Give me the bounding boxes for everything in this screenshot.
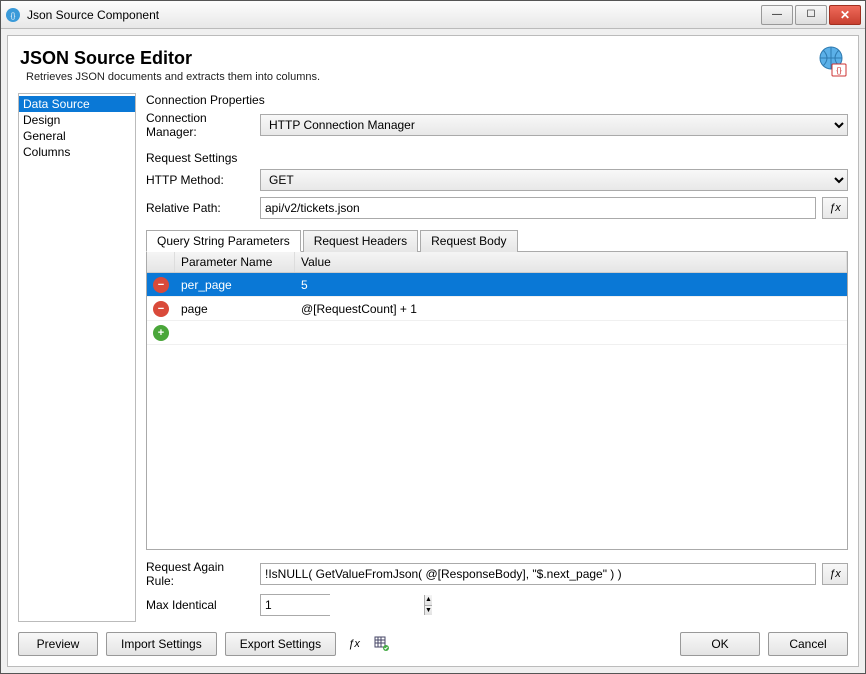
remove-row-icon[interactable]: − (153, 277, 169, 293)
globe-json-icon: {} (814, 44, 848, 78)
import-settings-button[interactable]: Import Settings (106, 632, 217, 656)
page-subtitle: Retrieves JSON documents and extracts th… (26, 71, 814, 83)
grid-header: Parameter Name Value (147, 252, 847, 273)
param-name-cell[interactable]: page (175, 300, 295, 318)
relative-path-fx-button[interactable]: ƒx (822, 197, 848, 219)
content-panel: Connection Properties Connection Manager… (146, 93, 848, 622)
grid-options-icon[interactable] (372, 634, 392, 654)
page-title: JSON Source Editor (20, 48, 814, 69)
export-settings-button[interactable]: Export Settings (225, 632, 336, 656)
spinner-down-icon[interactable]: ▼ (424, 605, 432, 616)
sidebar-item-design[interactable]: Design (19, 112, 135, 128)
cancel-button[interactable]: Cancel (768, 632, 848, 656)
max-identical-spinner[interactable]: ▲ ▼ (260, 594, 330, 616)
param-value-cell[interactable]: @[RequestCount] + 1 (295, 300, 847, 318)
remove-row-icon[interactable]: − (153, 301, 169, 317)
http-method-label: HTTP Method: (146, 173, 254, 187)
minimize-button[interactable]: — (761, 5, 793, 25)
connection-properties-label: Connection Properties (146, 93, 848, 107)
titlebar: {} Json Source Component — ☐ ✕ (1, 1, 865, 29)
param-name-cell[interactable]: per_page (175, 276, 295, 294)
relative-path-input[interactable] (260, 197, 816, 219)
grid-row[interactable]: − per_page 5 (147, 273, 847, 297)
max-identical-label: Max Identical (146, 598, 254, 612)
tab-query-string-parameters[interactable]: Query String Parameters (146, 230, 301, 252)
connection-manager-select[interactable]: HTTP Connection Manager (260, 114, 848, 136)
svg-text:{}: {} (11, 13, 16, 20)
http-method-select[interactable]: GET (260, 169, 848, 191)
request-again-rule-label: Request Again Rule: (146, 560, 254, 588)
add-row-icon[interactable]: + (153, 325, 169, 341)
maximize-button[interactable]: ☐ (795, 5, 827, 25)
request-settings-label: Request Settings (146, 151, 848, 165)
sidebar-item-general[interactable]: General (19, 128, 135, 144)
window-frame: {} Json Source Component — ☐ ✕ JSON Sour… (0, 0, 866, 674)
spinner-up-icon[interactable]: ▲ (424, 595, 432, 605)
ok-button[interactable]: OK (680, 632, 760, 656)
sidebar: Data Source Design General Columns (18, 93, 136, 622)
max-identical-input[interactable] (261, 595, 424, 615)
param-tabs: Query String Parameters Request Headers … (146, 229, 848, 252)
close-button[interactable]: ✕ (829, 5, 861, 25)
sidebar-item-data-source[interactable]: Data Source (19, 96, 135, 112)
dialog-body: JSON Source Editor Retrieves JSON docume… (7, 35, 859, 667)
column-parameter-name: Parameter Name (175, 252, 295, 272)
footer-bar: Preview Import Settings Export Settings … (18, 622, 848, 656)
fx-icon[interactable]: ƒx (344, 634, 364, 654)
parameters-grid: Parameter Name Value − per_page 5 − page… (146, 252, 848, 550)
grid-row[interactable]: − page @[RequestCount] + 1 (147, 297, 847, 321)
relative-path-label: Relative Path: (146, 201, 254, 215)
connection-manager-label: Connection Manager: (146, 111, 254, 139)
param-value-cell[interactable]: 5 (295, 276, 847, 294)
app-icon: {} (5, 7, 21, 23)
svg-text:{}: {} (836, 66, 842, 75)
grid-row-new[interactable]: + (147, 321, 847, 345)
window-title: Json Source Component (27, 8, 761, 22)
tab-request-body[interactable]: Request Body (420, 230, 517, 252)
request-again-fx-button[interactable]: ƒx (822, 563, 848, 585)
sidebar-item-columns[interactable]: Columns (19, 144, 135, 160)
tab-request-headers[interactable]: Request Headers (303, 230, 418, 252)
column-value: Value (295, 252, 847, 272)
request-again-rule-input[interactable] (260, 563, 816, 585)
preview-button[interactable]: Preview (18, 632, 98, 656)
